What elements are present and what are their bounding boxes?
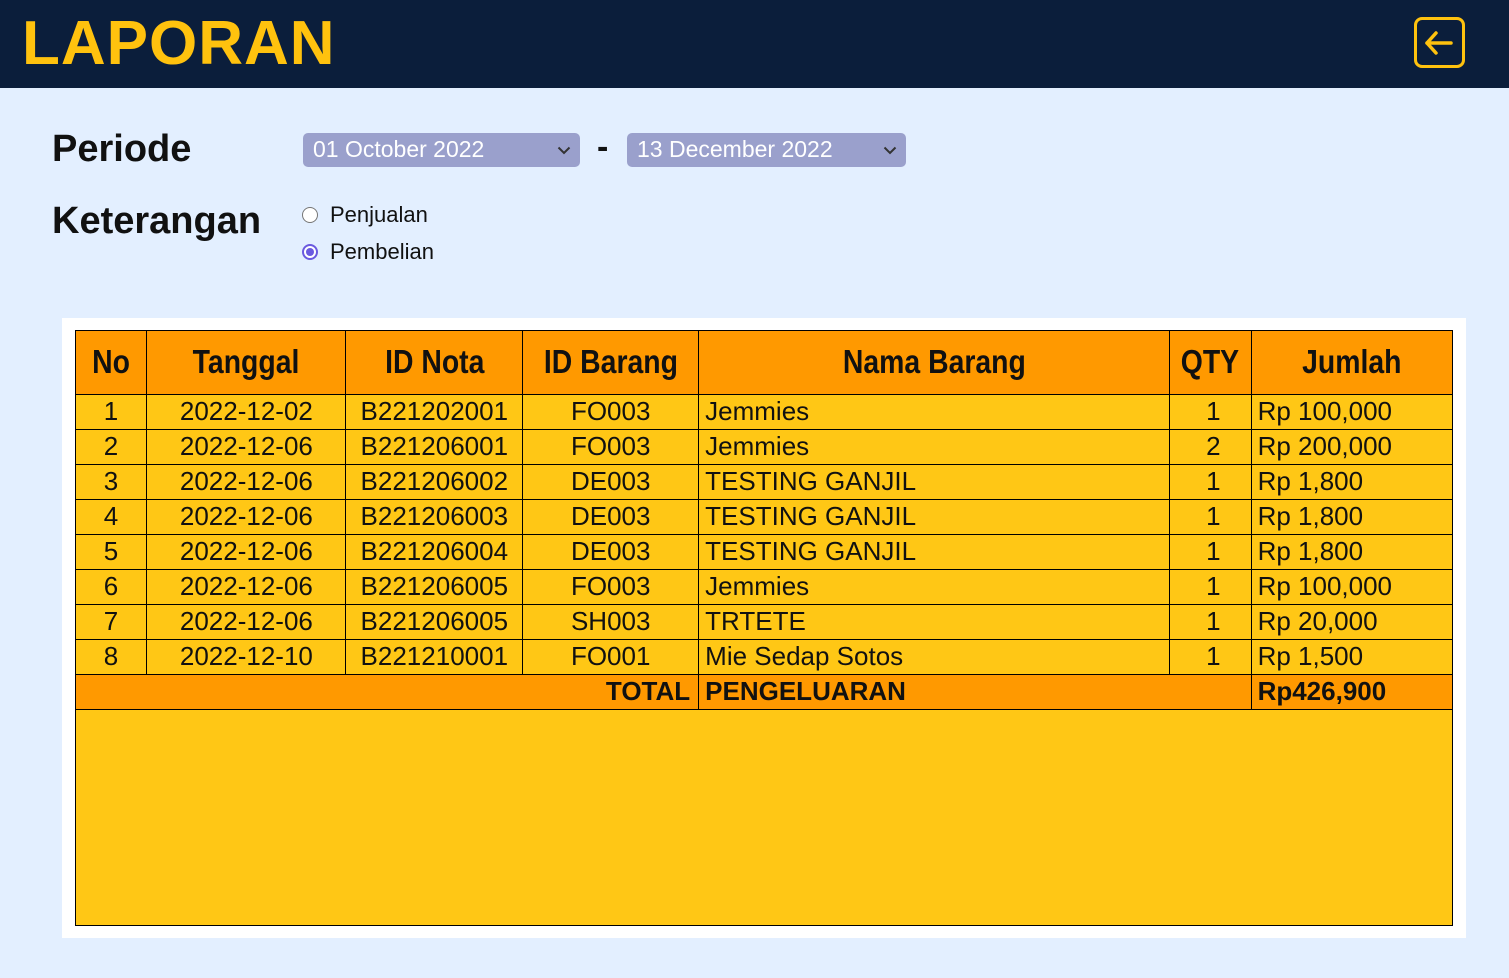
cell-id-nota: B221206004 [345,533,524,570]
cell-id-barang: FO003 [522,428,700,465]
cell-nama-barang: TESTING GANJIL [698,498,1170,535]
cell-jumlah: Rp 1,800 [1250,533,1453,570]
cell-no: 4 [74,498,148,535]
radio-pembelian[interactable]: Pembelian [302,239,434,265]
cell-nama-barang: Jemmies [698,393,1170,430]
cell-id-nota: B221202001 [345,393,524,430]
cell-tanggal: 2022-12-06 [146,428,347,465]
report-table-area[interactable]: No Tanggal ID Nota ID Barang Nama Barang… [74,329,1453,926]
table-row[interactable]: 6 2022-12-06 B221206005 FO003 Jemmies 1 Rp 100… [74,568,1453,605]
cell-id-barang: FO003 [522,568,700,605]
end-date-value: 13 December 2022 [637,136,833,162]
cell-jumlah: Rp 1,800 [1250,498,1453,535]
cell-id-nota: B221206003 [345,498,524,535]
cell-qty: 1 [1168,533,1252,570]
cell-nama-barang: Jemmies [698,568,1170,605]
cell-tanggal: 2022-12-06 [146,533,347,570]
table-header-row: No Tanggal ID Nota ID Barang Nama Barang… [74,329,1453,395]
column-header[interactable]: ID Nota [345,329,524,395]
total-value: Rp426,900 [1250,673,1453,710]
radio-label: Pembelian [330,239,434,264]
total-label-left: TOTAL [74,673,700,710]
report-panel: No Tanggal ID Nota ID Barang Nama Barang… [62,318,1466,938]
report-table: No Tanggal ID Nota ID Barang Nama Barang… [74,329,1453,710]
column-header[interactable]: No [74,329,148,395]
cell-tanggal: 2022-12-06 [146,568,347,605]
table-row[interactable]: 2 2022-12-06 B221206001 FO003 Jemmies 2 Rp 200… [74,428,1453,465]
column-header[interactable]: Nama Barang [698,329,1170,395]
chevron-down-icon [548,133,580,167]
cell-no: 7 [74,603,148,640]
page-title: LAPORAN [22,9,336,78]
cell-id-nota: B221206005 [345,568,524,605]
table-row[interactable]: 8 2022-12-10 B221210001 FO001 Mie Sedap Soto… [74,638,1453,675]
cell-no: 5 [74,533,148,570]
date-separator: - [597,128,609,166]
cell-id-barang: FO001 [522,638,700,675]
table-row[interactable]: 1 2022-12-02 B221202001 FO003 Jemmies 1 Rp 100… [74,393,1453,430]
cell-tanggal: 2022-12-02 [146,393,347,430]
cell-id-barang: SH003 [522,603,700,640]
cell-id-nota: B221206002 [345,463,524,500]
cell-id-barang: DE003 [522,533,700,570]
cell-no: 3 [74,463,148,500]
cell-id-barang: DE003 [522,498,700,535]
table-row[interactable]: 3 2022-12-06 B221206002 DE003 TESTING GANJIL… [74,463,1453,500]
back-arrow-icon [1424,30,1453,55]
radio-penjualan[interactable]: Penjualan [302,202,428,228]
column-header[interactable]: QTY [1168,329,1252,395]
cell-nama-barang: Jemmies [698,428,1170,465]
start-date-select[interactable]: 01 October 2022 [303,133,580,167]
column-header[interactable]: Jumlah [1250,329,1453,395]
cell-id-barang: FO003 [522,393,700,430]
cell-jumlah: Rp 20,000 [1250,603,1453,640]
end-date-select[interactable]: 13 December 2022 [627,133,906,167]
column-header[interactable]: ID Barang [522,329,700,395]
radio-label: Penjualan [330,202,428,227]
cell-id-barang: DE003 [522,463,700,500]
cell-no: 2 [74,428,148,465]
cell-jumlah: Rp 100,000 [1250,568,1453,605]
radio-button[interactable] [302,207,318,223]
cell-jumlah: Rp 200,000 [1250,428,1453,465]
periode-label: Periode [52,128,192,170]
cell-nama-barang: TESTING GANJIL [698,463,1170,500]
table-row[interactable]: 5 2022-12-06 B221206004 DE003 TESTING GANJIL… [74,533,1453,570]
cell-qty: 1 [1168,603,1252,640]
cell-qty: 1 [1168,393,1252,430]
top-bar: LAPORAN [0,0,1509,88]
table-row[interactable]: 7 2022-12-06 B221206005 SH003 TRTETE 1 Rp 20,0… [74,603,1453,640]
cell-no: 8 [74,638,148,675]
cell-nama-barang: Mie Sedap Sotos [698,638,1170,675]
total-row: TOTAL PENGELUARAN Rp426,900 [74,673,1453,710]
column-header[interactable]: Tanggal [146,329,347,395]
back-button[interactable] [1414,17,1465,68]
cell-jumlah: Rp 100,000 [1250,393,1453,430]
start-date-value: 01 October 2022 [313,136,485,162]
cell-nama-barang: TRTETE [698,603,1170,640]
cell-tanggal: 2022-12-10 [146,638,347,675]
cell-nama-barang: TESTING GANJIL [698,533,1170,570]
chevron-down-icon [874,133,906,167]
keterangan-label: Keterangan [52,200,262,242]
cell-qty: 2 [1168,428,1252,465]
cell-id-nota: B221206005 [345,603,524,640]
cell-tanggal: 2022-12-06 [146,463,347,500]
cell-jumlah: Rp 1,500 [1250,638,1453,675]
table-row[interactable]: 4 2022-12-06 B221206003 DE003 TESTING GANJIL… [74,498,1453,535]
cell-no: 6 [74,568,148,605]
total-label-right: PENGELUARAN [698,673,1252,710]
cell-no: 1 [74,393,148,430]
cell-id-nota: B221206001 [345,428,524,465]
cell-qty: 1 [1168,568,1252,605]
cell-qty: 1 [1168,463,1252,500]
cell-jumlah: Rp 1,800 [1250,463,1453,500]
cell-qty: 1 [1168,498,1252,535]
radio-button-checked[interactable] [302,244,318,260]
cell-qty: 1 [1168,638,1252,675]
cell-tanggal: 2022-12-06 [146,498,347,535]
cell-tanggal: 2022-12-06 [146,603,347,640]
cell-id-nota: B221210001 [345,638,524,675]
